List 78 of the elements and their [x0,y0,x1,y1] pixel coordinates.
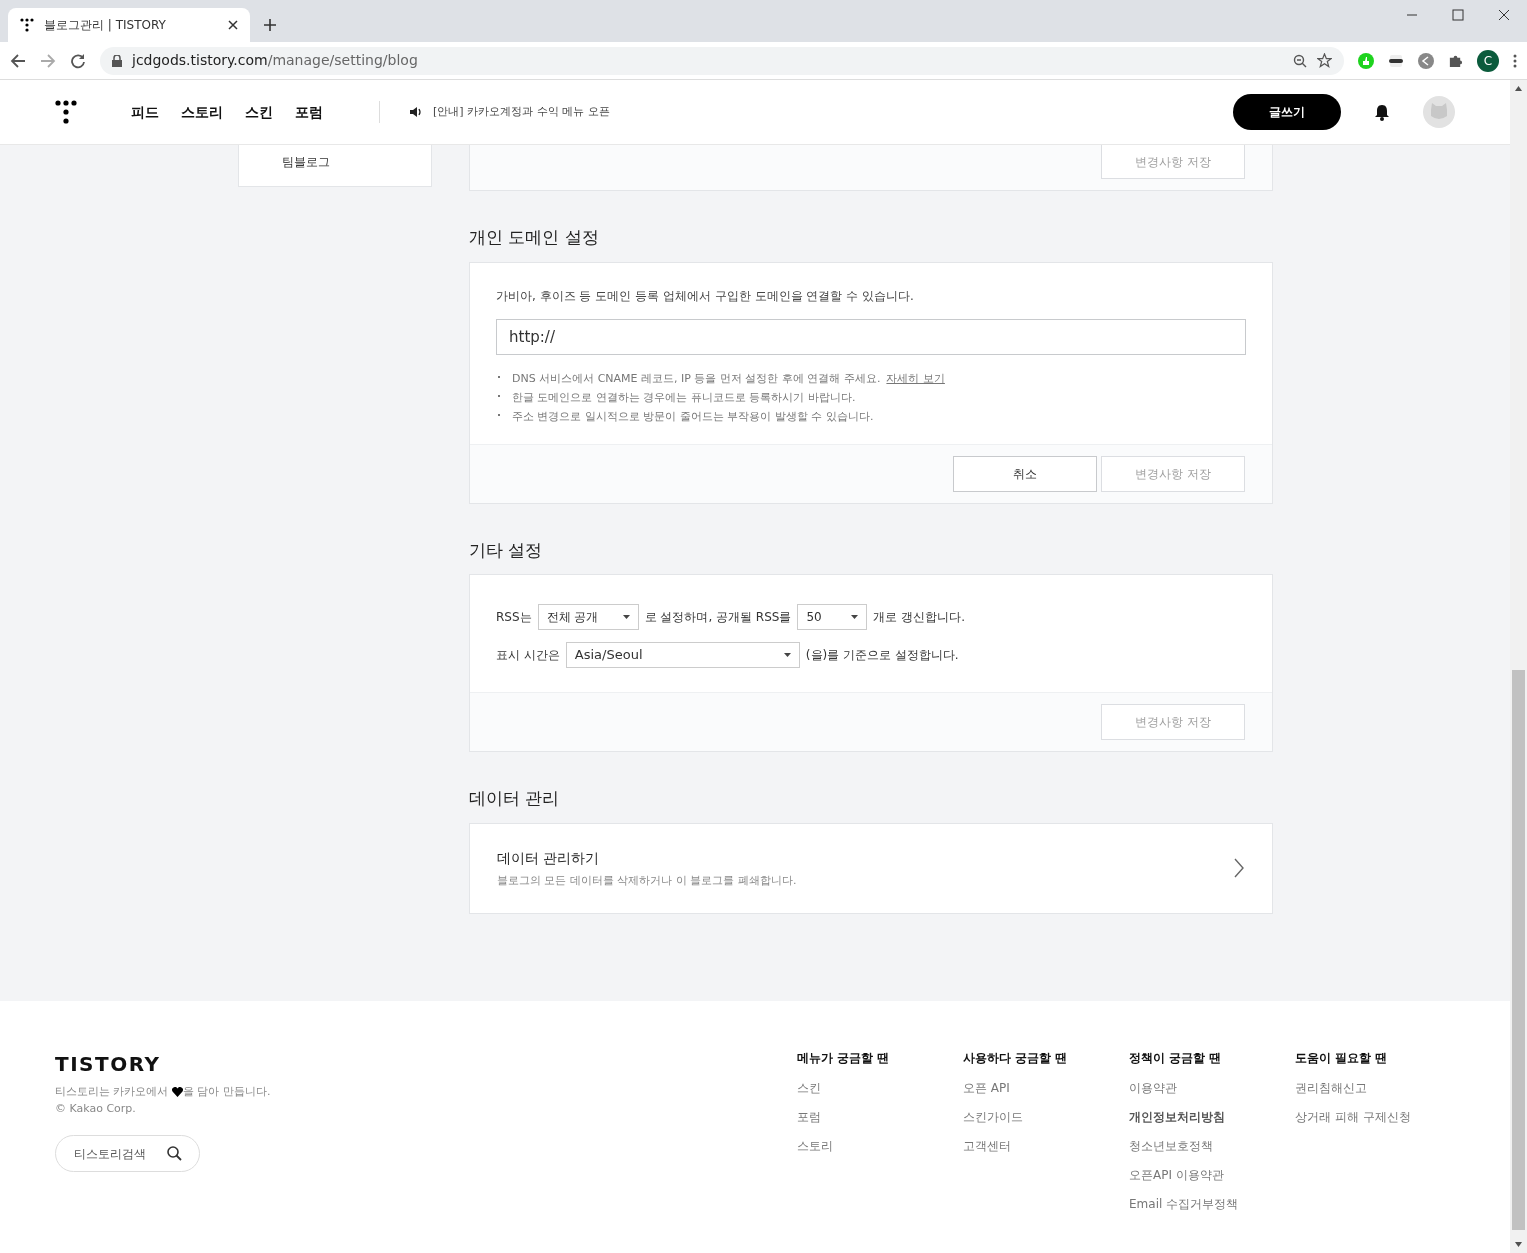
tab-title: 블로그관리 | TISTORY [44,17,167,34]
nav-link[interactable]: 스토리 [181,101,223,123]
rss-label: RSS는 [496,609,532,626]
tistory-logo-icon[interactable] [55,100,77,124]
footer-heading: 도움이 필요할 땐 [1295,1050,1389,1067]
rss-label: 개로 갱신합니다. [873,609,966,626]
star-icon[interactable] [1317,53,1332,68]
thumbs-up-extension-icon[interactable] [1358,52,1374,69]
footer-search-field[interactable]: 티스토리검색 [55,1135,200,1172]
write-button[interactable]: 글쓰기 [1233,94,1341,130]
reload-icon[interactable] [70,52,86,69]
footer-link[interactable]: 청소년보호정책 [1129,1137,1295,1155]
cancel-button[interactable]: 취소 [953,455,1097,492]
notice-text[interactable]: [안내] 카카오계정과 수익 메뉴 오픈 [433,103,610,121]
bell-icon[interactable] [1374,103,1390,121]
tistory-logo[interactable]: TISTORY [55,1049,271,1079]
domain-input-field[interactable]: http:// [496,318,1246,355]
section-title: 데이터 관리 [469,787,561,810]
caret-icon [851,615,859,619]
share-extension-icon[interactable] [1418,52,1434,69]
close-icon[interactable] [1498,9,1510,21]
section-title: 개인 도메인 설정 [469,226,600,249]
domain-description: 가비아, 후이즈 등 도메인 등록 업체에서 구입한 도메인을 연결할 수 있습니다. [496,287,915,305]
back-icon[interactable] [10,52,26,69]
menu-icon[interactable] [1513,53,1517,68]
footer-link[interactable]: Email 수집거부정책 [1129,1195,1295,1213]
scrollbar-thumb[interactable] [1512,670,1525,1230]
footer-link[interactable]: 오픈API 이용약관 [1129,1166,1295,1184]
heart-icon [172,1087,183,1097]
caret-icon [622,615,630,619]
mask-extension-icon[interactable] [1388,52,1404,69]
rss-label: 로 설정하며, 공개될 RSS를 [644,609,792,626]
footer-heading: 사용하다 궁금할 땐 [963,1050,1069,1067]
copyright-text: © Kakao Corp. [55,1101,137,1117]
footer-link[interactable]: 고객센터 [963,1137,1129,1155]
note-text: DNS 서비스에서 CNAME 레코드, IP 등을 먼저 설정한 후에 연결해 주세요. [512,371,881,385]
data-item-title: 데이터 관리하기 [497,848,601,868]
section-title: 기타 설정 [469,538,544,562]
url-text: jcdgods.tistory.com/manage/setting/blog [132,51,419,70]
details-link[interactable]: 자세히 보기 [886,371,945,385]
browser-tab[interactable]: 블로그관리 | TISTORY [8,8,250,42]
footer-link[interactable]: 스킨 [797,1079,963,1097]
footer-link[interactable]: 스토리 [797,1137,963,1155]
timezone-select[interactable]: Asia/Seoul [565,642,800,668]
nav-link[interactable]: 피드 [131,101,159,123]
footer-link[interactable]: 권리침해신고 [1295,1079,1461,1097]
footer-link[interactable]: 스킨가이드 [963,1108,1129,1126]
time-label: (을)를 기준으로 설정합니다. [805,647,959,664]
nav-link[interactable]: 스킨 [245,101,273,123]
close-icon[interactable] [228,20,238,30]
footer-link[interactable]: 상거래 피해 구제신청 [1295,1108,1461,1126]
lock-icon [112,54,122,67]
note-text: 한글 도메인으로 연결하는 경우에는 퓨니코드로 등록하시기 바랍니다. [512,390,856,404]
profile-avatar[interactable]: C [1477,49,1499,72]
search-icon [167,1146,182,1161]
puzzle-icon[interactable] [1448,53,1463,68]
data-management-card[interactable]: 데이터 관리하기 블로그의 모든 데이터를 삭제하거나 이 블로그를 폐쇄합니다. [469,822,1273,914]
data-item-description: 블로그의 모든 데이터를 삭제하거나 이 블로그를 폐쇄합니다. [497,872,797,889]
footer-link[interactable]: 개인정보처리방침 [1129,1108,1295,1126]
footer-heading: 정책이 궁금할 땐 [1129,1050,1223,1067]
rss-count-select[interactable]: 50 [797,604,868,630]
footer-link[interactable]: 이용약관 [1129,1079,1295,1097]
caret-icon [783,653,791,657]
zoom-out-icon[interactable] [1293,53,1307,68]
time-label: 표시 시간은 [496,647,560,664]
nav-link[interactable]: 포럼 [295,101,323,123]
tistory-logo-icon [20,18,34,32]
new-tab-icon[interactable] [264,19,276,31]
note-text: 주소 변경으로 일시적으로 방문이 줄어드는 부작용이 발생할 수 있습니다. [512,409,874,423]
rss-visibility-select[interactable]: 전체 공개 [537,604,639,630]
footer-tagline: 티스토리는 카카오에서 을 담아 만듭니다. [55,1084,271,1100]
footer-link[interactable]: 오픈 API [963,1079,1129,1097]
footer-link[interactable]: 포럼 [797,1108,963,1126]
footer-heading: 메뉴가 궁금할 땐 [797,1050,891,1067]
chevron-right-icon [1234,858,1244,879]
address-bar[interactable]: jcdgods.tistory.com/manage/setting/blog [100,46,1344,75]
speaker-icon [410,106,423,118]
maximize-icon[interactable] [1452,9,1464,21]
